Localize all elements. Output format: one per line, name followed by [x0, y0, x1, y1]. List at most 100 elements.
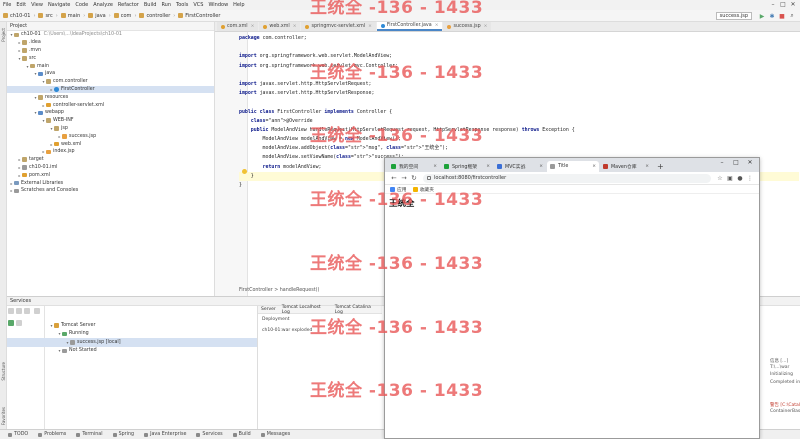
service-tree-item[interactable]: ▾ Not Started	[7, 347, 257, 356]
debug-icon[interactable]: ✱	[768, 12, 776, 20]
stop-icon[interactable]: ■	[778, 12, 786, 20]
menu-item[interactable]: Run	[161, 2, 171, 8]
forward-icon[interactable]: →	[399, 174, 409, 182]
profile-icon[interactable]: ●	[735, 175, 745, 182]
tree-item[interactable]: ▸ success.jsp	[7, 132, 214, 140]
code-line[interactable]	[239, 71, 799, 80]
breadcrumb-item[interactable]: controller ›	[139, 13, 175, 19]
menu-item[interactable]: File	[3, 2, 11, 8]
tree-item[interactable]: ▸ controller-servlet.xml	[7, 101, 214, 109]
status-bar-item[interactable]: Problems	[38, 432, 66, 437]
tree-item[interactable]: ▸ ch10-01.iml	[7, 164, 214, 172]
favorites-tool-label[interactable]: Favorites	[1, 407, 6, 425]
lightbulb-icon[interactable]	[242, 169, 247, 174]
code-line[interactable]: import javax.servlet.http.HttpServletRes…	[239, 89, 799, 98]
breadcrumb-item[interactable]: ch10-01 ›	[3, 13, 35, 19]
editor-tab[interactable]: web.xml ×	[259, 22, 301, 31]
browser-tab[interactable]: 我的空间 ×	[388, 161, 440, 172]
close-tab-icon[interactable]: ×	[539, 164, 543, 169]
status-bar-item[interactable]: Spring	[112, 432, 134, 437]
code-line[interactable]: import org.springframework.web.servlet.M…	[239, 52, 799, 61]
tree-item[interactable]: ▾ src	[7, 54, 214, 62]
browser-tab[interactable]: MVC实战 ×	[494, 161, 546, 172]
status-bar-item[interactable]: Services	[196, 432, 223, 437]
services-tab[interactable]: Tomcat Localhost Log	[279, 305, 332, 315]
code-line[interactable]: package com.controller;	[239, 34, 799, 43]
menu-item[interactable]: Build	[144, 2, 157, 8]
maximize-icon[interactable]: □	[778, 1, 788, 8]
close-icon[interactable]: ✕	[788, 1, 798, 8]
tree-item[interactable]: ▸ .mvn	[7, 47, 214, 55]
menu-item[interactable]: Help	[233, 2, 244, 8]
code-line[interactable]: ModelAndView modelAndView = new ModelAnd…	[239, 135, 799, 144]
close-tab-icon[interactable]: ×	[486, 164, 490, 169]
menu-icon[interactable]: ⋮	[745, 175, 755, 182]
browser-tab[interactable]: Maven仓库 ×	[600, 161, 652, 172]
extensions-icon[interactable]: ▣	[725, 175, 735, 182]
editor-breadcrumb[interactable]: FirstController > handleRequest()	[239, 288, 319, 293]
project-tool-label[interactable]: Project	[1, 28, 6, 42]
minimize-icon[interactable]: –	[715, 159, 729, 166]
run-icon[interactable]: ▶	[758, 12, 766, 20]
tree-item[interactable]: ▾ WEB-INF	[7, 117, 214, 125]
service-tree-item[interactable]: ▾ Running	[7, 330, 257, 339]
menu-item[interactable]: Analyze	[93, 2, 113, 8]
menu-item[interactable]: Window	[208, 2, 228, 8]
tree-item[interactable]: ▸ .idea	[7, 39, 214, 47]
close-tab-icon[interactable]: ×	[592, 164, 596, 169]
code-line[interactable]: import javax.servlet.http.HttpServletReq…	[239, 80, 799, 89]
close-tab-icon[interactable]: ×	[484, 24, 488, 29]
tree-item[interactable]: ▸ FirstController	[7, 85, 214, 94]
close-tab-icon[interactable]: ×	[435, 23, 439, 28]
tree-item[interactable]: ▸ index.jsp	[7, 148, 214, 156]
bookmark-item[interactable]: 应用	[390, 186, 407, 193]
tree-item[interactable]: ▾ jsp	[7, 125, 214, 133]
run-configuration-select[interactable]: success.jsp	[715, 12, 752, 20]
code-line[interactable]: public ModelAndView handleRequest(HttpSe…	[239, 126, 799, 135]
status-bar-item[interactable]: Messages	[260, 432, 290, 437]
services-tab[interactable]: Tomcat Catalina Log	[332, 305, 382, 315]
tree-item[interactable]: ▾ java	[7, 70, 214, 78]
close-tab-icon[interactable]: ×	[251, 24, 255, 29]
menu-item[interactable]: Edit	[16, 2, 26, 8]
status-bar-item[interactable]: Java Enterprise	[144, 432, 186, 437]
close-tab-icon[interactable]: ×	[368, 24, 372, 29]
browser-tab[interactable]: Spring框架 ×	[441, 161, 493, 172]
deployment-item[interactable]: ch10-01:war exploded	[258, 325, 382, 336]
structure-tool-label[interactable]: Structure	[1, 362, 6, 381]
menu-item[interactable]: Navigate	[48, 2, 70, 8]
code-line[interactable]: modelAndView.addObject(class="str">"msg"…	[239, 144, 799, 153]
status-bar-item[interactable]: Terminal	[76, 432, 103, 437]
bookmark-item[interactable]: 收藏夹	[412, 186, 434, 193]
code-line[interactable]: class="ann">@Override	[239, 117, 799, 126]
code-line[interactable]	[239, 43, 799, 52]
code-line[interactable]: import org.springframework.web.servlet.m…	[239, 62, 799, 71]
menu-item[interactable]: View	[31, 2, 43, 8]
tree-item[interactable]: ▸ target	[7, 156, 214, 164]
service-tree-item[interactable]: ▾ Tomcat Server	[7, 321, 257, 330]
back-icon[interactable]: ←	[389, 174, 399, 182]
tree-item[interactable]: ▾ ch10-01 C:\Users\...\IdeaProjects\ch10-0…	[7, 31, 214, 39]
code-line[interactable]: public class FirstController implements …	[239, 108, 799, 117]
editor-tab[interactable]: success.jsp ×	[443, 22, 492, 31]
status-bar-item[interactable]: Build	[232, 432, 251, 437]
editor-tab[interactable]: com.xml ×	[217, 22, 259, 31]
breadcrumb-item[interactable]: com ›	[113, 13, 136, 19]
editor-tab[interactable]: springmvc-servlet.xml ×	[301, 22, 376, 31]
info-icon[interactable]	[427, 176, 431, 180]
tree-item[interactable]: ▸ External Libraries	[7, 179, 214, 187]
menu-item[interactable]: Tools	[176, 2, 188, 8]
group-icon[interactable]	[24, 308, 30, 314]
collapse-icon[interactable]	[16, 308, 22, 314]
address-bar[interactable]: localhost:8080/firstcontroller	[423, 173, 711, 183]
new-tab-button[interactable]: +	[657, 162, 664, 171]
breadcrumb-item[interactable]: java ›	[88, 13, 111, 19]
code-line[interactable]	[239, 98, 799, 107]
breadcrumb-item[interactable]: src ›	[38, 13, 58, 19]
tree-item[interactable]: ▾ webapp	[7, 109, 214, 117]
tree-item[interactable]: ▾ resources	[7, 93, 214, 101]
breadcrumb-item[interactable]: FirstController	[178, 13, 220, 19]
refresh-icon[interactable]	[8, 308, 14, 314]
search-icon[interactable]: ⌕	[788, 12, 796, 20]
close-icon[interactable]: ✕	[743, 159, 757, 166]
